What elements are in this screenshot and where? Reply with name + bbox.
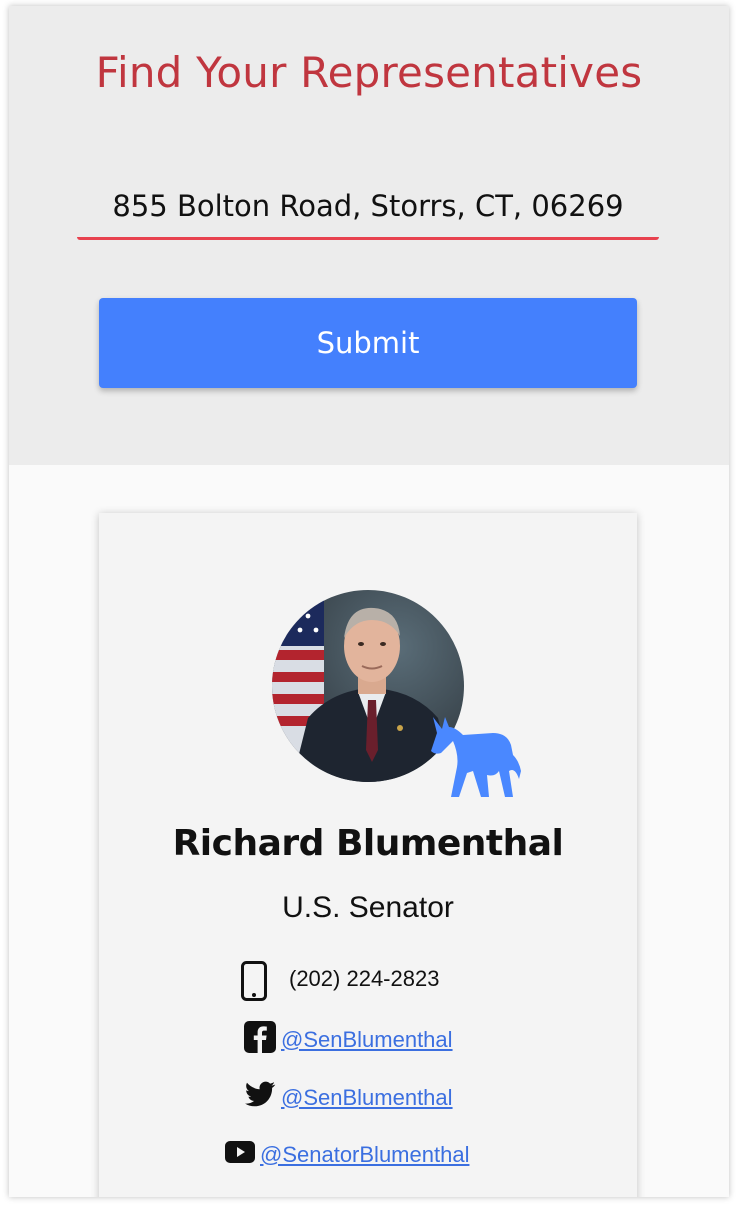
app-frame: Find Your Representatives Submit — [9, 6, 729, 1197]
address-input[interactable] — [77, 174, 659, 240]
phone-contact: (202) 224-2823 — [241, 961, 439, 1006]
facebook-contact: @SenBlumenthal — [244, 1021, 453, 1058]
representative-card: Richard Blumenthal U.S. Senator (202) 22… — [99, 513, 637, 1197]
twitter-contact: @SenBlumenthal — [244, 1081, 453, 1114]
twitter-icon — [244, 1081, 276, 1114]
representative-office: U.S. Senator — [282, 891, 454, 924]
search-panel: Find Your Representatives Submit — [9, 6, 729, 465]
youtube-link[interactable]: @SenatorBlumenthal — [260, 1142, 469, 1168]
phone-icon — [241, 961, 267, 1006]
democrat-donkey-icon — [423, 705, 523, 805]
facebook-icon — [244, 1021, 276, 1058]
page-title: Find Your Representatives — [95, 48, 643, 97]
youtube-contact: @SenatorBlumenthal — [225, 1141, 469, 1168]
representative-name: Richard Blumenthal — [172, 823, 564, 864]
twitter-link[interactable]: @SenBlumenthal — [281, 1085, 453, 1111]
facebook-link[interactable]: @SenBlumenthal — [281, 1027, 453, 1053]
phone-number: (202) 224-2823 — [289, 965, 440, 991]
youtube-icon — [225, 1141, 255, 1168]
submit-button[interactable]: Submit — [99, 298, 637, 388]
